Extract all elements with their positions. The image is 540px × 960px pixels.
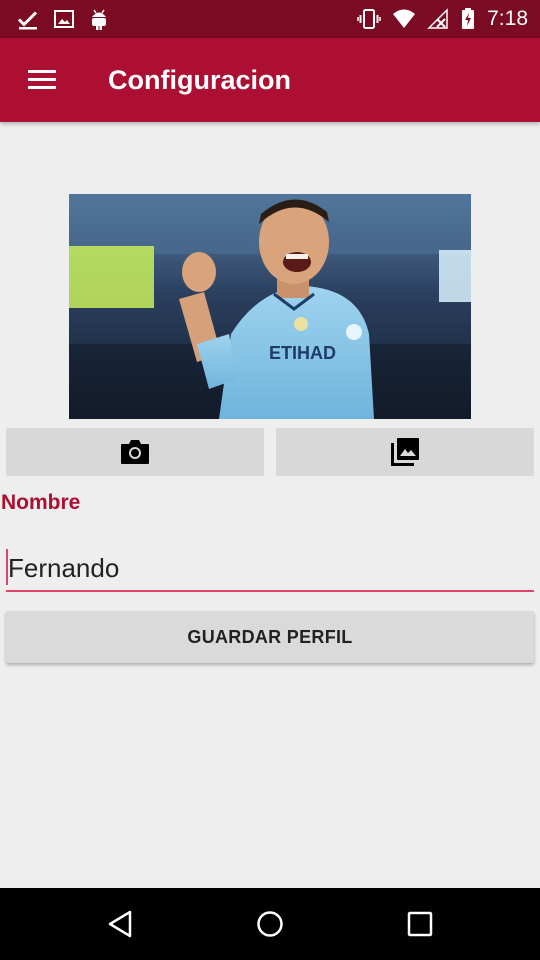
name-field[interactable]	[6, 546, 534, 592]
recents-icon[interactable]	[398, 902, 442, 946]
profile-photo: ETIHAD	[69, 194, 471, 419]
app-bar: Configuracion	[0, 38, 540, 122]
status-bar: 7:18	[0, 0, 540, 38]
download-done-icon	[17, 11, 38, 30]
wifi-icon	[393, 9, 415, 28]
camera-button[interactable]	[6, 428, 264, 476]
navigation-bar	[0, 888, 540, 960]
name-label: Nombre	[1, 491, 81, 514]
image-icon	[54, 10, 74, 28]
save-profile-button[interactable]: GUARDAR PERFIL	[6, 611, 534, 663]
no-signal-icon	[427, 8, 448, 29]
photo-library-icon	[391, 438, 419, 466]
gallery-button[interactable]	[276, 428, 534, 476]
text-cursor	[6, 549, 8, 585]
battery-charging-icon	[462, 8, 474, 29]
hamburger-menu-icon[interactable]	[18, 58, 66, 102]
svg-text:ETIHAD: ETIHAD	[269, 343, 336, 363]
android-icon	[92, 9, 106, 30]
page-title: Configuracion	[108, 65, 291, 95]
back-icon[interactable]	[98, 902, 142, 946]
camera-icon	[121, 440, 149, 464]
vibrate-icon	[357, 9, 381, 29]
clock: 7:18	[487, 7, 528, 30]
home-icon[interactable]	[248, 902, 292, 946]
